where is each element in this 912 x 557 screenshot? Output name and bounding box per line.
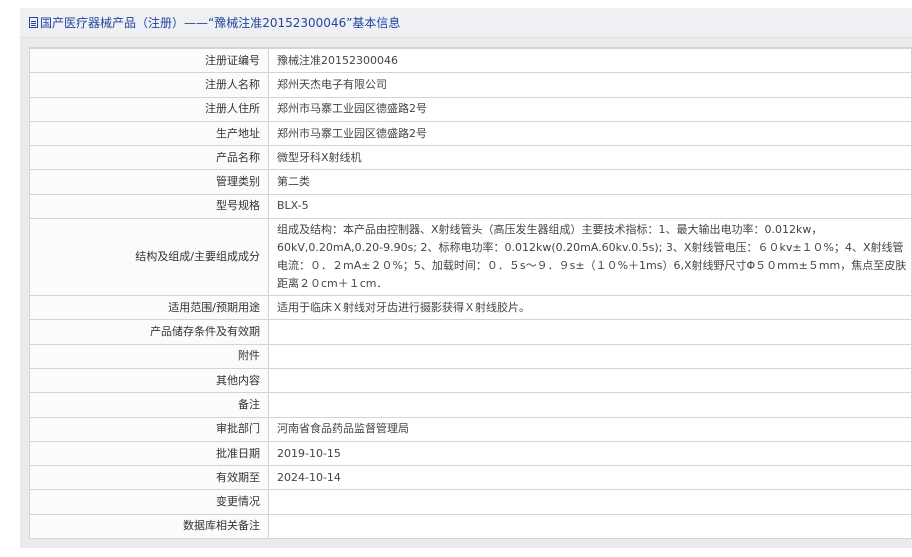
row-value: [268, 392, 912, 418]
table-row: 管理类别 第二类: [29, 169, 912, 195]
table-row: 附件: [29, 343, 912, 369]
row-label: 适用范围/预期用途: [29, 295, 269, 321]
table-row: 产品名称 微型牙科X射线机: [29, 145, 912, 171]
row-label: 注册证编号: [29, 47, 269, 74]
row-label: 其他内容: [29, 367, 269, 394]
table-row: 生产地址 郑州市马寨工业园区德盛路2号: [29, 120, 912, 147]
row-value: 2024-10-14: [268, 465, 912, 491]
row-value: 郑州天杰电子有限公司: [268, 72, 912, 98]
table-row: 有效期至 2024-10-14: [29, 465, 912, 491]
row-value: 河南省食品药品监督管理局: [268, 416, 912, 442]
row-value: 微型牙科X射线机: [268, 145, 912, 171]
row-value: [268, 319, 912, 345]
table-row: 注册证编号 豫械注准20152300046: [29, 47, 912, 74]
row-label: 产品储存条件及有效期: [29, 319, 269, 345]
document-icon: [29, 17, 38, 28]
table-row: 数据库相关备注: [29, 513, 912, 540]
row-value: 组成及结构：本产品由控制器、X射线管头（高压发生器组成）主要技术指标：1、最大输…: [268, 218, 912, 297]
table-row: 其他内容: [29, 367, 912, 394]
row-value: 2019-10-15: [268, 440, 912, 467]
row-label: 数据库相关备注: [29, 513, 269, 540]
table-row: 型号规格 BLX-5: [29, 193, 912, 220]
row-value: [268, 367, 912, 394]
table-row: 适用范围/预期用途 适用于临床Ｘ射线对牙齿进行摄影获得Ｘ射线胶片。: [29, 295, 912, 321]
table-row: 结构及组成/主要组成成分 组成及结构：本产品由控制器、X射线管头（高压发生器组成…: [29, 218, 912, 297]
row-label: 变更情况: [29, 489, 269, 515]
row-label: 型号规格: [29, 193, 269, 220]
row-label: 管理类别: [29, 169, 269, 195]
info-table: 注册证编号 豫械注准20152300046 注册人名称 郑州天杰电子有限公司 注…: [29, 47, 912, 540]
row-label: 审批部门: [29, 416, 269, 442]
row-label: 注册人名称: [29, 72, 269, 98]
row-label: 产品名称: [29, 145, 269, 171]
detail-panel: 国产医疗器械产品（注册）——“豫械注准20152300046”基本信息 注册证编…: [20, 8, 912, 548]
info-table-container: 注册证编号 豫械注准20152300046 注册人名称 郑州天杰电子有限公司 注…: [29, 47, 912, 540]
row-value: 适用于临床Ｘ射线对牙齿进行摄影获得Ｘ射线胶片。: [268, 295, 912, 321]
table-row: 产品储存条件及有效期: [29, 319, 912, 345]
row-label: 注册人住所: [29, 96, 269, 122]
row-label: 附件: [29, 343, 269, 369]
row-value: 郑州市马寨工业园区德盛路2号: [268, 96, 912, 122]
table-row: 批准日期 2019-10-15: [29, 440, 912, 467]
page-title: 国产医疗器械产品（注册）——“豫械注准20152300046”基本信息: [40, 16, 401, 30]
row-label: 备注: [29, 392, 269, 418]
row-value: 第二类: [268, 169, 912, 195]
row-value: 豫械注准20152300046: [268, 47, 912, 74]
row-label: 有效期至: [29, 465, 269, 491]
table-row: 注册人住所 郑州市马寨工业园区德盛路2号: [29, 96, 912, 122]
row-label: 批准日期: [29, 440, 269, 467]
row-label: 结构及组成/主要组成成分: [29, 218, 269, 297]
table-row: 变更情况: [29, 489, 912, 515]
table-row: 备注: [29, 392, 912, 418]
row-value: [268, 489, 912, 515]
table-row: 注册人名称 郑州天杰电子有限公司: [29, 72, 912, 98]
panel-header: 国产医疗器械产品（注册）——“豫械注准20152300046”基本信息: [20, 8, 912, 38]
row-value: BLX-5: [268, 193, 912, 220]
row-value: [268, 343, 912, 369]
table-row: 审批部门 河南省食品药品监督管理局: [29, 416, 912, 442]
row-value: [268, 513, 912, 540]
row-value: 郑州市马寨工业园区德盛路2号: [268, 120, 912, 147]
row-label: 生产地址: [29, 120, 269, 147]
